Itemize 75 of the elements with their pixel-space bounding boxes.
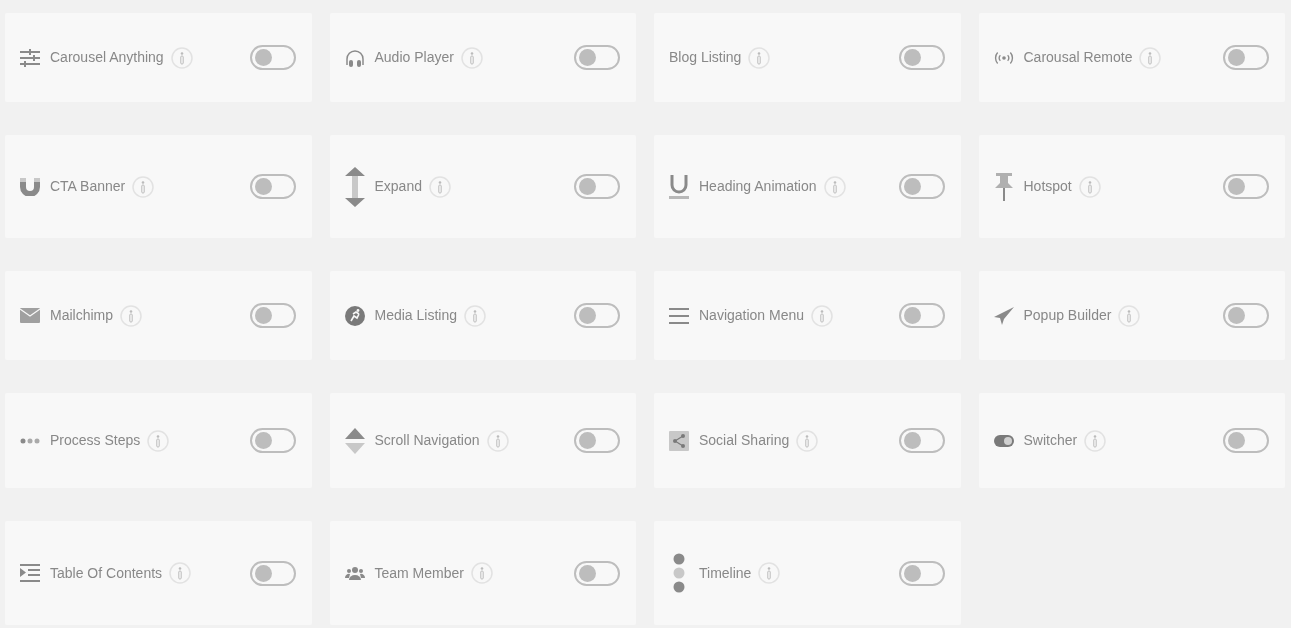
runner-icon [344, 305, 365, 326]
toggle-switch[interactable] [249, 45, 296, 70]
magnet-icon [20, 177, 40, 196]
toggle-switch[interactable] [898, 428, 945, 453]
team-icon [344, 566, 365, 580]
sliders-icon [20, 48, 40, 67]
widget-label: Popup Builder [1023, 306, 1112, 325]
info-icon[interactable] [811, 304, 834, 327]
widget-label: Table Of Contents [50, 563, 163, 583]
info-icon[interactable] [470, 562, 493, 584]
widget-label: Team Member [374, 563, 464, 583]
widget-label: Carousel Anything [50, 48, 164, 67]
toggle-switch[interactable] [574, 174, 620, 199]
info-icon[interactable] [1118, 304, 1141, 327]
toggle-switch[interactable] [574, 45, 620, 70]
widget-label: CTA Banner [50, 177, 126, 196]
widget-label: Social Sharing [699, 431, 790, 450]
info-icon[interactable] [748, 46, 771, 69]
menu-icon [669, 307, 689, 324]
share-icon [669, 430, 689, 451]
toggle-switch[interactable] [1223, 428, 1269, 453]
widget-label: Carousal Remote [1023, 48, 1133, 67]
widget-label: Scroll Navigation [374, 431, 480, 450]
info-icon[interactable] [1084, 429, 1107, 452]
info-icon[interactable] [823, 175, 846, 198]
toggle-switch[interactable] [1223, 303, 1269, 328]
toggle-switch[interactable] [249, 428, 296, 453]
info-icon[interactable] [464, 304, 486, 327]
widget-label: Hotspot [1023, 177, 1072, 196]
dots-icon [20, 437, 40, 444]
toggle-switch[interactable] [1223, 45, 1269, 70]
up-down-icon [344, 427, 365, 454]
underline-icon [669, 174, 689, 199]
widget-label: Media Listing [374, 306, 457, 325]
info-icon[interactable] [170, 46, 193, 69]
list-icon [20, 564, 40, 582]
info-icon[interactable] [460, 46, 483, 69]
toggle-icon [993, 434, 1014, 447]
widget-label: Expand [374, 177, 422, 196]
toggle-switch[interactable] [574, 428, 620, 453]
toggle-switch[interactable] [574, 560, 620, 586]
widget-label: Audio Player [374, 48, 454, 67]
envelope-icon [20, 308, 40, 323]
pin-icon [993, 172, 1014, 201]
widget-label: Switcher [1023, 431, 1078, 450]
toggle-switch[interactable] [574, 303, 620, 328]
info-icon[interactable] [132, 175, 155, 198]
widget-label: Blog Listing [669, 48, 742, 67]
info-icon[interactable] [1078, 175, 1101, 198]
info-icon[interactable] [429, 175, 451, 198]
expand-icon [344, 166, 365, 207]
toggle-switch[interactable] [898, 303, 945, 328]
widget-label: Process Steps [50, 431, 141, 450]
info-icon[interactable] [147, 429, 170, 452]
widget-label: Timeline [699, 563, 752, 583]
toggle-switch[interactable] [898, 174, 945, 199]
toggle-switch[interactable] [249, 560, 296, 586]
paper-plane-icon [993, 306, 1014, 325]
timeline-icon [673, 553, 685, 593]
info-icon[interactable] [169, 562, 192, 584]
broadcast-icon [993, 50, 1014, 65]
info-icon[interactable] [486, 429, 509, 452]
toggle-switch[interactable] [898, 560, 945, 586]
info-icon[interactable] [758, 562, 781, 584]
toggle-switch[interactable] [249, 303, 296, 328]
toggle-switch[interactable] [249, 174, 296, 199]
widget-label: Navigation Menu [699, 306, 805, 325]
toggle-switch[interactable] [1223, 174, 1269, 199]
info-icon[interactable] [1139, 46, 1162, 69]
info-icon[interactable] [120, 304, 142, 327]
info-icon[interactable] [796, 429, 819, 452]
toggle-switch[interactable] [898, 45, 945, 70]
headphones-icon [344, 48, 365, 67]
widget-label: Mailchimp [50, 306, 113, 325]
widget-label: Heading Animation [699, 177, 817, 196]
